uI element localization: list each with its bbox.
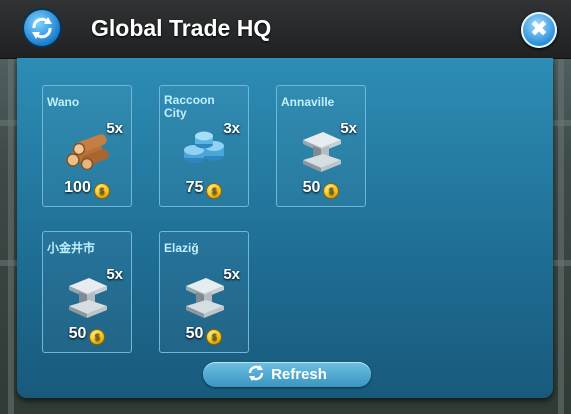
offer-city: 小金井市 [47, 241, 96, 255]
coin-icon: $ [89, 329, 106, 345]
price-value: 50 [302, 179, 321, 196]
offer-city: Annaville [281, 95, 335, 109]
close-button[interactable]: ✖ [521, 12, 557, 48]
trade-offer-card[interactable]: Elaziğ 5x 50 $ [159, 231, 249, 353]
title-bar: Global Trade HQ ✖ [0, 0, 571, 59]
offer-price: 75 $ [160, 179, 248, 199]
trade-offer-card[interactable]: Raccoon City 3x 75 $ [159, 85, 249, 207]
wood-logs-icon [65, 130, 111, 174]
price-value: 75 [185, 179, 204, 196]
price-value: 100 [64, 179, 91, 196]
refresh-label: Refresh [271, 366, 327, 383]
offer-price: 50 $ [160, 325, 248, 345]
offer-city: Wano [47, 95, 80, 109]
coin-icon: $ [93, 183, 110, 199]
steel-beam-icon [65, 276, 111, 324]
trade-offer-card[interactable]: 小金井市 5x 50 $ [42, 231, 132, 353]
close-icon: ✖ [529, 17, 549, 42]
coin-icon: $ [323, 183, 340, 199]
price-value: 50 [185, 325, 204, 342]
offer-city: Raccoon City [164, 93, 215, 120]
trade-offer-card[interactable]: Annaville 5x 50 $ [276, 85, 366, 207]
steel-beam-icon [299, 130, 345, 178]
trade-offer-card[interactable]: Wano 5x 100 $ [42, 85, 132, 207]
offer-price: 50 $ [43, 325, 131, 345]
window-title: Global Trade HQ [91, 15, 272, 41]
metal-coins-icon [182, 130, 228, 174]
offer-price: 100 $ [43, 179, 131, 199]
offer-city: Elaziğ [164, 241, 199, 255]
steel-beam-icon [182, 276, 228, 324]
refresh-icon [247, 364, 265, 390]
trade-panel: Wano 5x 100 $ Raccoon City 3x 75 $ Annav… [17, 58, 553, 398]
offer-price: 50 $ [277, 179, 365, 199]
trade-logo-icon [24, 10, 60, 46]
price-value: 50 [68, 325, 87, 342]
refresh-button[interactable]: Refresh [203, 362, 371, 387]
coin-icon: $ [206, 329, 223, 345]
coin-icon: $ [206, 183, 223, 199]
